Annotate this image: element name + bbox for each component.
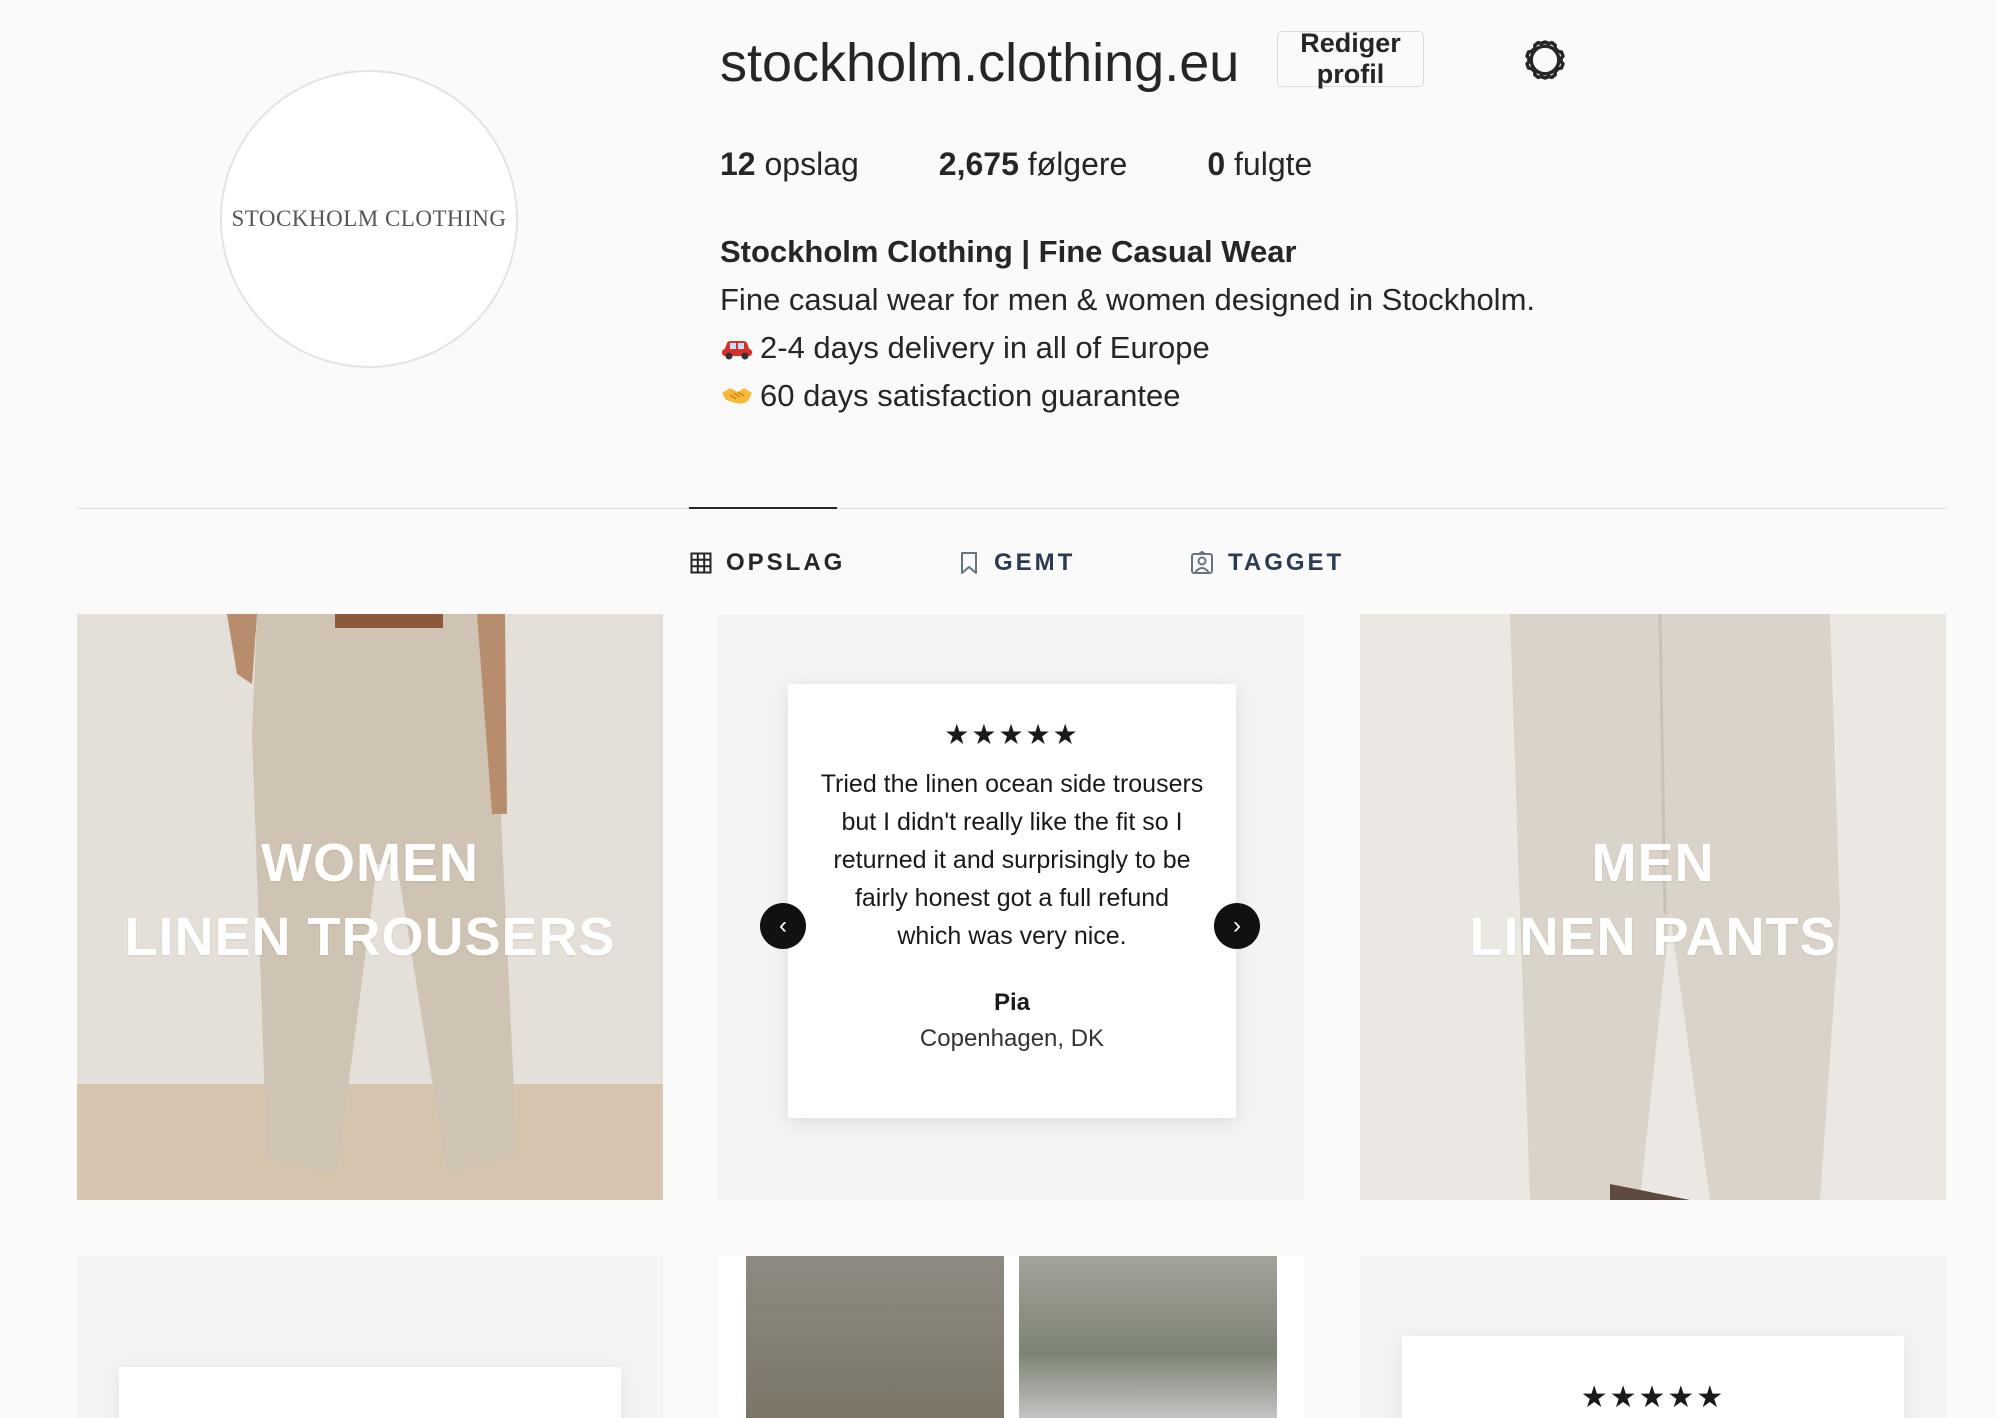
review-stars: ★★★★★: [944, 719, 1080, 750]
chevron-right-icon: ›: [1233, 912, 1241, 939]
review-text: Tried the linen ocean side trousers but …: [814, 765, 1210, 955]
gear-icon[interactable]: [1522, 37, 1568, 83]
tab-saved-label: GEMT: [994, 549, 1076, 576]
stat-following[interactable]: 0 fulgte: [1207, 146, 1312, 183]
following-count: 0: [1207, 146, 1226, 182]
tabs-divider: [77, 508, 1947, 509]
profile-stats: 12 opslag 2,675 følgere 0 fulgte: [720, 146, 1392, 183]
grid-icon: [690, 552, 712, 574]
review-author: Pia: [993, 989, 1031, 1016]
bio-name: Stockholm Clothing | Fine Casual Wear: [720, 234, 1297, 269]
bookmark-icon: [961, 552, 977, 574]
bio-line-guarantee: 60 days satisfaction guarantee: [720, 372, 1535, 420]
review-location: Copenhagen, DK: [919, 1025, 1105, 1052]
handshake-icon: [722, 388, 752, 404]
following-label: fulgte: [1234, 146, 1313, 182]
posts-label: opslag: [764, 146, 859, 182]
profile-avatar[interactable]: STOCKHOLM CLOTHING: [220, 70, 518, 368]
avatar-logo-text: STOCKHOLM CLOTHING: [231, 206, 507, 231]
review-card: [119, 1367, 621, 1418]
tab-posts-label: OPSLAG: [726, 549, 846, 576]
carousel-next-button[interactable]: ›: [1214, 903, 1260, 949]
review-line: Tried the linen ocean side trousers: [820, 770, 1204, 798]
post-tile-men-linen-pants[interactable]: MEN LINEN PANTS: [1360, 614, 1946, 1200]
tag-icon: [1191, 551, 1213, 574]
bio-guarantee-text: 60 days satisfaction guarantee: [760, 378, 1181, 413]
profile-username: stockholm.clothing.eu: [720, 33, 1240, 93]
review-line: fairly honest got a full refund: [854, 884, 1170, 912]
post-tile-6[interactable]: ★★★★★: [1360, 1256, 1946, 1418]
tile-women-heading: WOMEN: [261, 833, 479, 893]
tile-women-subheading: LINEN TROUSERS: [124, 907, 616, 967]
tile-men-subheading: LINEN PANTS: [1469, 907, 1837, 967]
carousel-prev-button[interactable]: ‹: [760, 903, 806, 949]
review-card: ★★★★★ Tried the linen ocean side trouser…: [788, 684, 1236, 1118]
stat-followers[interactable]: 2,675 følgere: [939, 146, 1128, 183]
tab-tagged-label: TAGGET: [1228, 549, 1345, 576]
stat-posts[interactable]: 12 opslag: [720, 146, 859, 183]
post-tile-women-linen-trousers[interactable]: WOMEN LINEN TROUSERS: [77, 614, 663, 1200]
edit-profile-button[interactable]: Rediger profil: [1277, 28, 1424, 89]
tile-men-heading: MEN: [1591, 833, 1715, 893]
bio-delivery-text: 2-4 days delivery in all of Europe: [760, 330, 1210, 365]
followers-count: 2,675: [938, 146, 1019, 182]
product-image: [746, 1256, 1004, 1418]
bio-line-delivery: 2-4 days delivery in all of Europe: [720, 324, 1535, 372]
review-card: ★★★★★: [1402, 1336, 1904, 1418]
profile-bio: Stockholm Clothing | Fine Casual Wear Fi…: [720, 228, 1535, 420]
tab-posts[interactable]: OPSLAG: [690, 546, 845, 580]
post-tile-4[interactable]: [77, 1256, 663, 1418]
post-tile-review[interactable]: ★★★★★ Tried the linen ocean side trouser…: [718, 614, 1304, 1200]
review-line: returned it and surprisingly to be: [833, 846, 1191, 874]
review-line: which was very nice.: [897, 922, 1127, 950]
bio-line: Fine casual wear for men & women designe…: [720, 282, 1536, 317]
chevron-left-icon: ‹: [779, 912, 787, 939]
review-stars: ★★★★★: [1580, 1381, 1726, 1414]
tab-tagged[interactable]: TAGGET: [1190, 546, 1344, 580]
review-line: but I didn't really like the fit so I: [841, 808, 1183, 836]
post-tile-5[interactable]: [718, 1256, 1304, 1418]
posts-count: 12: [720, 146, 756, 182]
tab-saved[interactable]: GEMT: [958, 546, 1075, 580]
car-icon: [722, 341, 752, 360]
followers-label: følgere: [1027, 146, 1128, 182]
active-tab-indicator: [689, 507, 837, 509]
product-image: [1019, 1256, 1277, 1418]
